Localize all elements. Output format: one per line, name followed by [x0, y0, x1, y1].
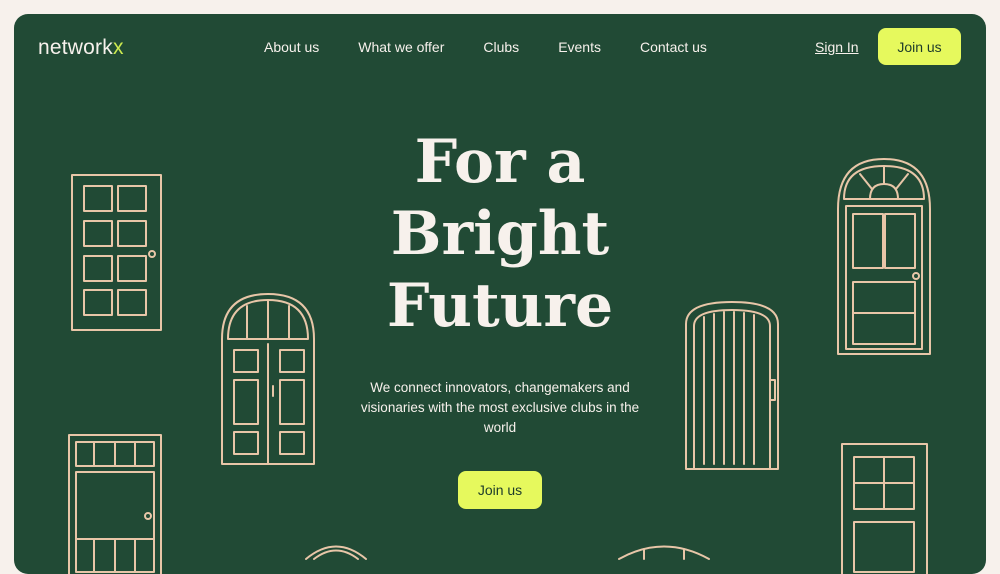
nav-link-contact[interactable]: Contact us	[640, 39, 707, 55]
sign-in-link[interactable]: Sign In	[815, 39, 859, 55]
top-nav: networkx About us What we offer Clubs Ev…	[14, 14, 986, 80]
door-illustration-window	[841, 443, 928, 574]
nav-link-about[interactable]: About us	[264, 39, 319, 55]
logo[interactable]: networkx	[38, 36, 124, 60]
logo-text: network	[38, 36, 113, 59]
headline-line: For a	[414, 127, 586, 197]
nav-links: About us What we offer Clubs Events Cont…	[264, 39, 746, 55]
door-illustration-paneled	[71, 174, 162, 331]
join-button-nav[interactable]: Join us	[878, 28, 961, 65]
logo-accent: x	[112, 36, 124, 59]
hero-headline: For a Bright Future	[300, 126, 700, 342]
door-illustration-transom	[68, 434, 162, 574]
door-illustration-fanlight	[837, 158, 931, 355]
headline-line: Future	[386, 271, 614, 341]
headline-line: Bright	[390, 199, 610, 269]
nav-link-clubs[interactable]: Clubs	[483, 39, 519, 55]
join-button-hero[interactable]: Join us	[458, 471, 542, 509]
nav-link-what-we-offer[interactable]: What we offer	[358, 39, 444, 55]
hero-subtitle: We connect innovators, changemakers and …	[360, 380, 640, 435]
door-illustration-partial-bottom	[305, 545, 710, 560]
nav-link-events[interactable]: Events	[558, 39, 601, 55]
hero-section: networkx About us What we offer Clubs Ev…	[14, 14, 986, 574]
